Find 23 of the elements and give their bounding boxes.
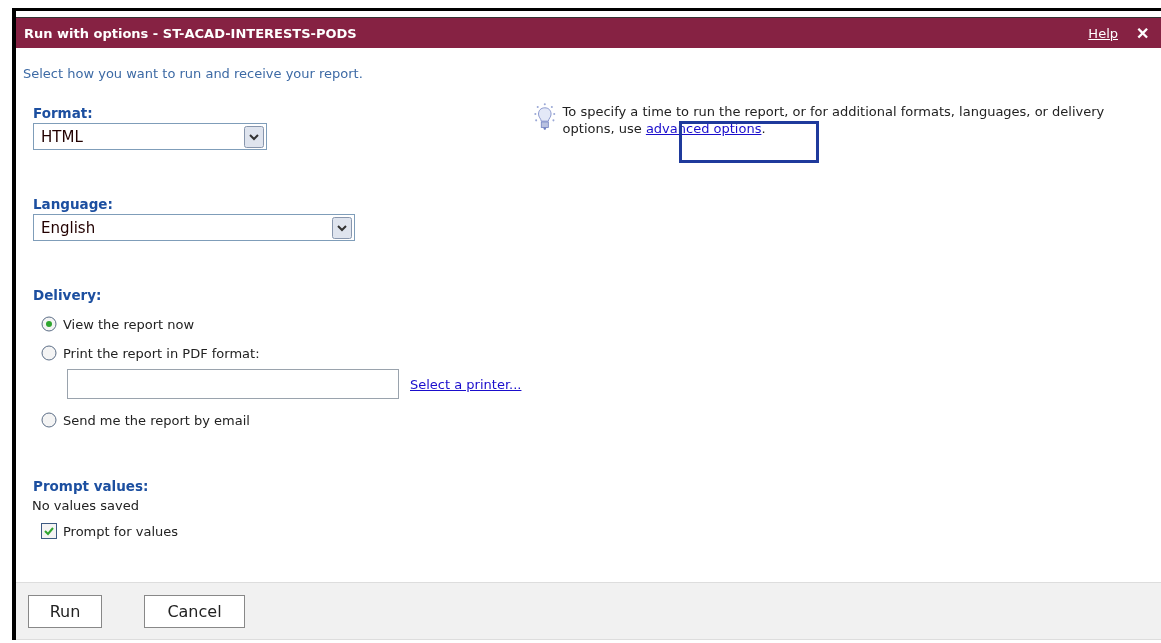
- checkbox[interactable]: [41, 523, 57, 539]
- intro-text: Select how you want to run and receive your report.: [23, 66, 364, 81]
- printer-field[interactable]: [67, 369, 399, 399]
- format-dropdown[interactable]: HTML: [33, 123, 267, 150]
- select-printer-link[interactable]: Select a printer...: [410, 376, 522, 392]
- window-title: Run with options - ST-ACAD-INTERESTS-PODS: [24, 25, 358, 41]
- language-label: Language:: [33, 196, 114, 212]
- radio-button[interactable]: [41, 316, 57, 332]
- radio-button[interactable]: [41, 412, 57, 428]
- format-label: Format:: [33, 105, 94, 121]
- checkbox-label: Prompt for values: [63, 523, 179, 539]
- delivery-label: Delivery:: [33, 287, 103, 303]
- prompt-values-label: Prompt values:: [33, 478, 150, 494]
- radio-label: Print the report in PDF format:: [63, 345, 260, 361]
- language-dropdown[interactable]: English: [33, 214, 355, 241]
- help-link[interactable]: Help: [1088, 25, 1118, 41]
- run-button[interactable]: Run: [28, 594, 102, 628]
- radio-label: Send me the report by email: [63, 412, 250, 428]
- cancel-button[interactable]: Cancel: [144, 594, 245, 628]
- radio-button[interactable]: [41, 345, 57, 361]
- radio-label: View the report now: [63, 316, 195, 332]
- prompt-status-text: No values saved: [32, 498, 140, 513]
- close-button[interactable]: ✕: [1132, 23, 1153, 43]
